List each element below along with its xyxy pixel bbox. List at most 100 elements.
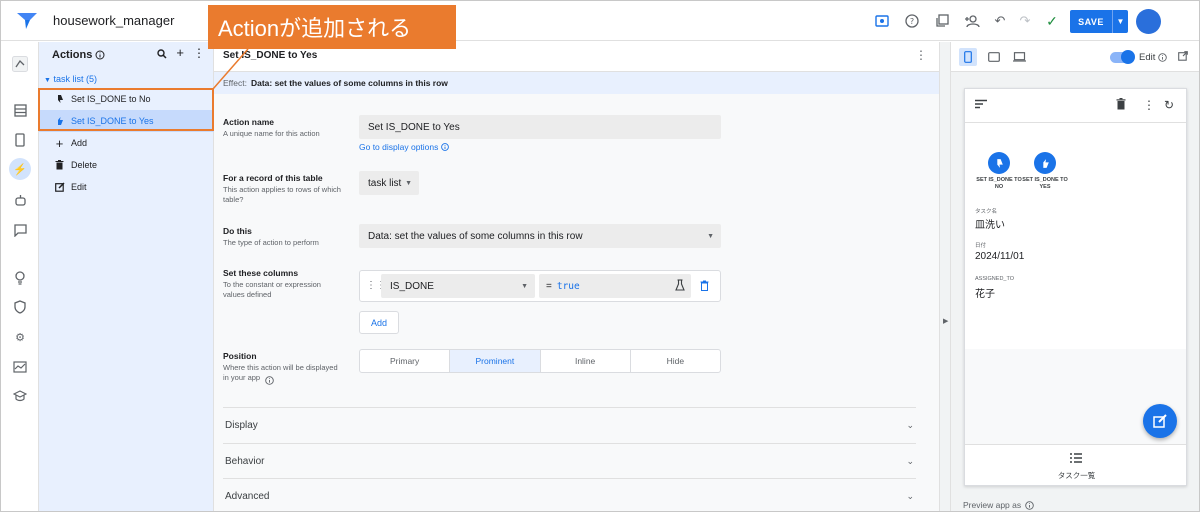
actions-bolt-icon[interactable]: ⚡ — [9, 158, 31, 180]
add-icon[interactable]: + — [176, 46, 184, 62]
search-icon[interactable] — [157, 48, 167, 62]
sources-icon[interactable] — [10, 54, 30, 74]
display-options-link[interactable]: Go to display options — [359, 142, 450, 152]
position-option-prominent[interactable]: Prominent — [450, 350, 541, 372]
record-table-desc: This action applies to rows of which tab… — [223, 185, 341, 204]
preview-as-label: Preview app as — [963, 500, 1022, 510]
annotation-callout: Actionが追加される — [208, 5, 456, 49]
edit-fab-button[interactable] — [1143, 404, 1177, 438]
equals-sign: = — [546, 280, 552, 292]
expression-input[interactable]: = true — [539, 274, 691, 298]
record-table-label: For a record of this table — [223, 173, 323, 183]
behavior-section-header[interactable]: Behavior ⌄ — [223, 443, 916, 479]
set-no-action-button[interactable] — [988, 152, 1010, 174]
chevron-down-icon: ⌄ — [906, 456, 914, 466]
tablet-device-icon[interactable] — [985, 48, 1003, 66]
copy-app-icon[interactable] — [932, 11, 952, 31]
plus-icon: + — [55, 135, 64, 151]
edit-action-label: Edit — [71, 182, 87, 192]
info-icon[interactable] — [1025, 500, 1034, 510]
field-value: 皿洗い — [975, 220, 1005, 231]
automation-bot-icon[interactable] — [10, 190, 30, 210]
thumb-down-icon — [994, 158, 1003, 168]
action-name-input[interactable]: Set IS_DONE to Yes — [359, 115, 721, 139]
add-column-button[interactable]: Add — [359, 311, 399, 334]
preview-as-footer[interactable]: Preview app as — [963, 500, 1034, 510]
delete-action-button[interactable]: Delete — [39, 154, 214, 176]
do-this-desc: The type of action to perform — [223, 238, 319, 247]
monitor-chart-icon[interactable] — [10, 357, 30, 377]
panel-title-label: Actions — [52, 49, 93, 61]
phone-bottom-nav[interactable]: タスク一覧 — [965, 444, 1186, 485]
edit-toggle[interactable] — [1110, 50, 1135, 64]
set-yes-action-button[interactable] — [1034, 152, 1056, 174]
table-select[interactable]: task list ▼ — [359, 171, 419, 195]
lightbulb-icon[interactable] — [10, 268, 30, 288]
panel-title: Actions — [52, 49, 105, 61]
avatar[interactable] — [1136, 9, 1161, 34]
chevron-down-icon: ⌄ — [906, 420, 914, 430]
security-shield-icon[interactable] — [10, 297, 30, 317]
chevron-down-icon: ⌄ — [906, 491, 914, 501]
more-vert-icon[interactable]: ⋮ — [1143, 98, 1155, 112]
edit-mode-text: Edit — [1139, 52, 1156, 63]
chevron-down-icon[interactable]: ▼ — [1112, 10, 1128, 33]
table-group-label[interactable]: ▼ task list (5) — [44, 74, 97, 84]
app-title: housework_manager — [53, 13, 175, 28]
set-yes-action-label: SET IS_DONE TO YES — [1022, 177, 1068, 190]
effect-bar: Effect: Data: set the values of some col… — [214, 72, 939, 94]
add-action-label: Add — [71, 138, 88, 148]
position-option-primary[interactable]: Primary — [360, 350, 451, 372]
effect-value: Data: set the values of some columns in … — [250, 78, 448, 88]
edit-mode-label: Edit — [1139, 51, 1189, 64]
position-desc: Where this action will be displayed in y… — [223, 363, 338, 382]
more-vert-icon[interactable]: ⋮ — [915, 48, 927, 62]
display-section-header[interactable]: Display ⌄ — [223, 407, 916, 443]
advanced-section-header[interactable]: Advanced ⌄ — [223, 478, 916, 511]
views-phone-icon[interactable] — [10, 130, 30, 150]
learn-cap-icon[interactable] — [10, 386, 30, 406]
position-option-hide[interactable]: Hide — [631, 350, 720, 372]
delete-icon[interactable] — [1116, 98, 1126, 113]
caret-down-icon: ▼ — [707, 232, 714, 240]
delete-row-icon[interactable] — [700, 280, 709, 294]
preview-mode-icon[interactable] — [872, 11, 892, 31]
edit-action-button[interactable]: Edit — [39, 176, 214, 198]
info-icon[interactable] — [95, 50, 105, 60]
share-add-user-icon[interactable] — [962, 11, 982, 31]
mobile-device-icon[interactable] — [959, 48, 977, 66]
save-button[interactable]: SAVE ▼ — [1070, 10, 1128, 33]
preview-header: Edit — [951, 42, 1199, 72]
action-name-value: Set IS_DONE to Yes — [368, 121, 460, 133]
redo-icon[interactable]: ↷ — [1015, 11, 1035, 31]
open-external-icon[interactable] — [1178, 51, 1189, 64]
refresh-icon[interactable]: ↻ — [1164, 98, 1174, 112]
info-icon[interactable] — [265, 376, 274, 385]
action-name-desc: A unique name for this action — [223, 129, 320, 138]
effect-prefix: Effect: — [223, 78, 247, 88]
chevron-right-icon[interactable]: ▶ — [943, 317, 948, 325]
panel-splitter[interactable]: ▶ — [939, 42, 951, 511]
info-icon[interactable] — [1158, 53, 1168, 62]
position-option-inline[interactable]: Inline — [541, 350, 631, 372]
add-action-button[interactable]: + Add — [39, 132, 214, 154]
action-type-value: Data: set the values of some columns in … — [368, 230, 583, 242]
desktop-device-icon[interactable] — [1010, 48, 1028, 66]
settings-gear-icon[interactable]: ⚙ — [10, 327, 30, 347]
action-type-select[interactable]: Data: set the values of some columns in … — [359, 224, 721, 248]
data-table-icon[interactable] — [10, 100, 30, 120]
phone-app-bar: ⋮ ↻ — [965, 89, 1186, 123]
nav-label: タスク一覧 — [1057, 471, 1096, 480]
svg-text:?: ? — [910, 17, 914, 26]
action-editor: Set IS_DONE to Yes ⋮ Effect: Data: set t… — [214, 42, 939, 511]
more-vert-icon[interactable]: ⋮ — [193, 47, 205, 62]
column-select[interactable]: IS_DONE ▼ — [381, 274, 535, 298]
flask-icon[interactable] — [675, 279, 685, 294]
undo-icon[interactable]: ↶ — [990, 11, 1010, 31]
editor-title: Set IS_DONE to Yes — [223, 50, 318, 61]
sort-menu-icon[interactable] — [975, 98, 987, 112]
expression-value: true — [556, 280, 580, 292]
save-button-label: SAVE — [1078, 16, 1104, 27]
chat-icon[interactable] — [10, 220, 30, 240]
help-icon[interactable]: ? — [902, 11, 922, 31]
